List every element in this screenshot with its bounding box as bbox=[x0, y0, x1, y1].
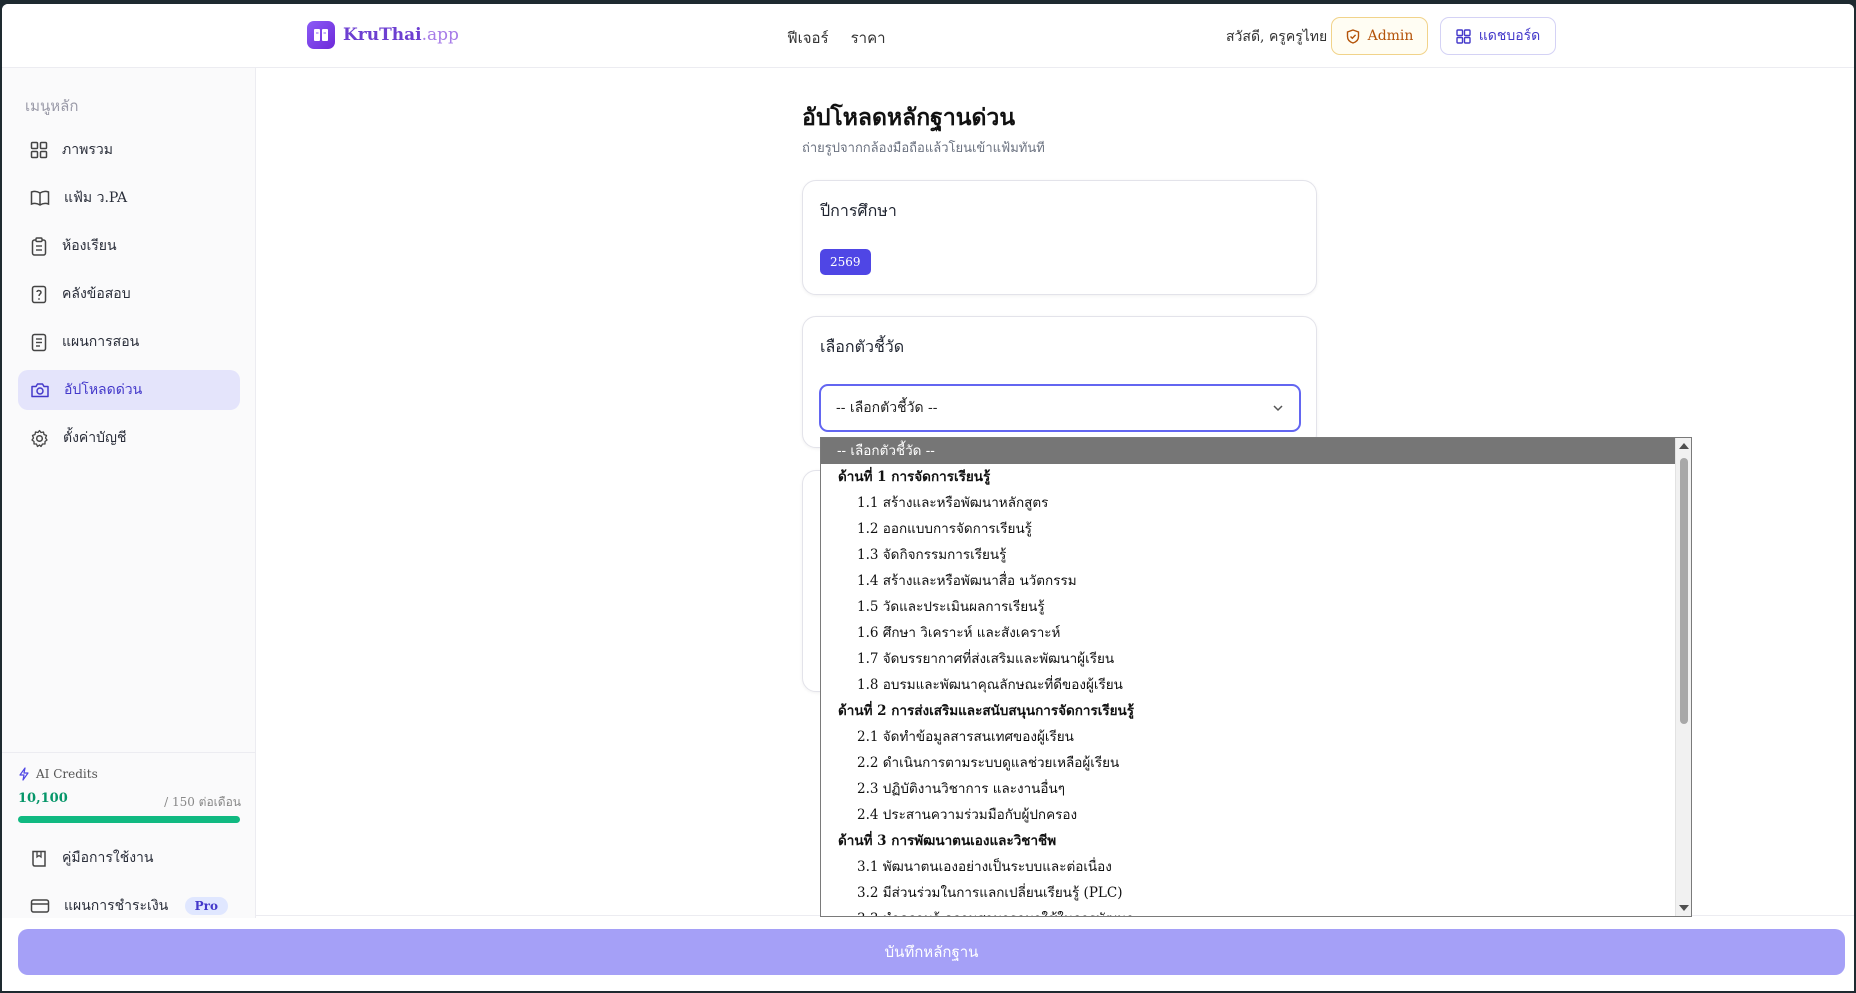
pro-badge: Pro bbox=[184, 897, 228, 915]
dashboard-button[interactable]: แดชบอร์ด bbox=[1440, 17, 1556, 55]
dropdown-option[interactable]: 1.1 สร้างและหรือพัฒนาหลักสูตร bbox=[821, 490, 1676, 516]
dropdown-option-placeholder[interactable]: -- เลือกตัวชี้วัด -- bbox=[821, 438, 1676, 464]
dropdown-option[interactable]: 2.2 ดำเนินการตามระบบดูแลช่วยเหลือผู้เรีย… bbox=[821, 750, 1676, 776]
dropdown-scrollbar[interactable] bbox=[1675, 438, 1691, 916]
document-icon bbox=[31, 333, 47, 351]
dropdown-option[interactable]: 3.3 นำความรู้ ความสามารถมาใช้ในการพัฒนา bbox=[821, 906, 1676, 916]
sidebar-item-label: แผนการสอน bbox=[62, 334, 140, 350]
indicator-card: เลือกตัวชี้วัด -- เลือกตัวชี้วัด -- bbox=[802, 316, 1317, 448]
sidebar-menu: ภาพรวม แฟ้ม ว.PA ห้องเรียน คลังข้อสอบ แผ… bbox=[18, 130, 240, 466]
ai-credits-progress-bar bbox=[18, 816, 240, 823]
camera-icon bbox=[31, 383, 49, 398]
dropdown-option[interactable]: 1.2 ออกแบบการจัดการเรียนรู้ bbox=[821, 516, 1676, 542]
top-nav: ฟีเจอร์ ราคา bbox=[787, 26, 886, 50]
dropdown-options: -- เลือกตัวชี้วัด -- ด้านที่ 1 การจัดการ… bbox=[821, 438, 1676, 916]
sidebar-item-label: คู่มือการใช้งาน bbox=[62, 850, 154, 866]
indicator-select-value: -- เลือกตัวชี้วัด -- bbox=[836, 400, 938, 416]
dropdown-optgroup: ด้านที่ 2 การส่งเสริมและสนับสนุนการจัดกา… bbox=[838, 703, 1135, 719]
save-evidence-button[interactable]: บันทึกหลักฐาน bbox=[18, 929, 1845, 975]
dropdown-option[interactable]: 2.1 จัดทำข้อมูลสารสนเทศของผู้เรียน bbox=[821, 724, 1676, 750]
manual-icon bbox=[32, 850, 46, 867]
ai-credits-value: 10,100 bbox=[18, 791, 68, 806]
grid-icon bbox=[30, 141, 48, 159]
question-file-icon bbox=[31, 285, 47, 303]
scroll-down-arrow-icon[interactable] bbox=[1679, 905, 1689, 911]
sidebar-bottom-menu: คู่มือการใช้งาน แผนการชำระเงิน Pro bbox=[18, 838, 240, 934]
academic-year-label: ปีการศึกษา bbox=[820, 201, 897, 220]
sidebar-item-label: คลังข้อสอบ bbox=[62, 286, 131, 302]
clipboard-icon bbox=[31, 236, 47, 256]
brand-logo-link[interactable]: KruThai.app bbox=[307, 21, 459, 49]
sidebar-item-pa-folder[interactable]: แฟ้ม ว.PA bbox=[18, 178, 240, 218]
ai-credits-progress-fill bbox=[18, 816, 240, 823]
ai-credits-label: AI Credits bbox=[18, 767, 98, 781]
dropdown-optgroup: ด้านที่ 3 การพัฒนาตนเองและวิชาชีพ bbox=[838, 833, 1057, 849]
dropdown-option[interactable]: 1.6 ศึกษา วิเคราะห์ และสังเคราะห์ bbox=[821, 620, 1676, 646]
admin-button[interactable]: Admin bbox=[1331, 17, 1428, 55]
dropdown-option[interactable]: 1.7 จัดบรรยากาศที่ส่งเสริมและพัฒนาผู้เรี… bbox=[821, 646, 1676, 672]
sidebar-item-user-manual[interactable]: คู่มือการใช้งาน bbox=[18, 838, 240, 878]
dashboard-grid-icon bbox=[1456, 28, 1471, 44]
top-navbar: KruThai.app ฟีเจอร์ ราคา สวัสดี, ครูครูไ… bbox=[2, 4, 1854, 68]
admin-button-label: Admin bbox=[1367, 28, 1414, 44]
gear-icon bbox=[31, 429, 48, 447]
dropdown-option[interactable]: 1.8 อบรมและพัฒนาคุณลักษณะที่ดีของผู้เรีย… bbox=[821, 672, 1676, 698]
sidebar-item-label: แผนการชำระเงิน bbox=[64, 898, 169, 914]
book-open-icon bbox=[30, 190, 50, 206]
sidebar-item-classroom[interactable]: ห้องเรียน bbox=[18, 226, 240, 266]
ai-credits-limit: / 150 ต่อเดือน bbox=[164, 795, 241, 809]
book-logo-icon bbox=[307, 21, 335, 49]
academic-year-card: ปีการศึกษา 2569 bbox=[802, 180, 1317, 295]
dashboard-button-label: แดชบอร์ด bbox=[1478, 28, 1541, 44]
sidebar-item-overview[interactable]: ภาพรวม bbox=[18, 130, 240, 170]
page-subtitle: ถ่ายรูปจากกล้องมือถือแล้วโยนเข้าแฟ้มทันท… bbox=[802, 141, 1045, 156]
brand-name: KruThai.app bbox=[343, 25, 459, 45]
dropdown-option[interactable]: 1.4 สร้างและหรือพัฒนาสื่อ นวัตกรรม bbox=[821, 568, 1676, 594]
sidebar-item-account-settings[interactable]: ตั้งค่าบัญชี bbox=[18, 418, 240, 458]
shield-check-icon bbox=[1346, 28, 1359, 44]
scroll-up-arrow-icon[interactable] bbox=[1679, 443, 1689, 449]
dropdown-option[interactable]: 2.3 ปฏิบัติงานวิชาการ และงานอื่นๆ bbox=[821, 776, 1676, 802]
sidebar-item-label: แฟ้ม ว.PA bbox=[64, 190, 128, 206]
nav-pricing-link[interactable]: ราคา bbox=[851, 26, 886, 50]
sidebar-item-label: อัปโหลดด่วน bbox=[64, 382, 143, 398]
page-title: อัปโหลดหลักฐานด่วน bbox=[802, 104, 1016, 131]
sidebar-item-billing-plan[interactable]: แผนการชำระเงิน Pro bbox=[18, 886, 240, 926]
user-greeting: สวัสดี, ครูครูไทย bbox=[1226, 29, 1328, 45]
sidebar-item-label: ตั้งค่าบัญชี bbox=[63, 430, 127, 446]
ai-credits-label-text: AI Credits bbox=[36, 767, 98, 781]
save-evidence-button-label: บันทึกหลักฐาน bbox=[884, 943, 979, 961]
dropdown-option[interactable]: 1.3 จัดกิจกรรมการเรียนรู้ bbox=[821, 542, 1676, 568]
sidebar-item-exam-bank[interactable]: คลังข้อสอบ bbox=[18, 274, 240, 314]
dropdown-option[interactable]: 3.2 มีส่วนร่วมในการแลกเปลี่ยนเรียนรู้ (P… bbox=[821, 880, 1676, 906]
sidebar-item-label: ภาพรวม bbox=[62, 142, 113, 158]
sidebar-item-lesson-plan[interactable]: แผนการสอน bbox=[18, 322, 240, 362]
indicator-dropdown-list[interactable]: -- เลือกตัวชี้วัด -- ด้านที่ 1 การจัดการ… bbox=[820, 437, 1692, 917]
ai-credits-panel: AI Credits 10,100 / 150 ต่อเดือน bbox=[2, 752, 256, 823]
dropdown-option[interactable]: 1.5 วัดและประเมินผลการเรียนรู้ bbox=[821, 594, 1676, 620]
sidebar-item-label: ห้องเรียน bbox=[62, 238, 117, 254]
year-chip-selected[interactable]: 2569 bbox=[820, 249, 871, 275]
nav-features-link[interactable]: ฟีเจอร์ bbox=[787, 26, 829, 50]
sidebar: เมนูหลัก ภาพรวม แฟ้ม ว.PA ห้องเรียน คลัง… bbox=[2, 68, 256, 918]
dropdown-optgroup: ด้านที่ 1 การจัดการเรียนรู้ bbox=[838, 469, 991, 485]
chevron-down-icon bbox=[1273, 405, 1283, 412]
indicator-select[interactable]: -- เลือกตัวชี้วัด -- bbox=[819, 384, 1301, 432]
scrollbar-thumb[interactable] bbox=[1680, 458, 1688, 724]
app-window: KruThai.app ฟีเจอร์ ราคา สวัสดี, ครูครูไ… bbox=[2, 4, 1854, 991]
sidebar-item-quick-upload[interactable]: อัปโหลดด่วน bbox=[18, 370, 240, 410]
dropdown-option[interactable]: 3.1 พัฒนาตนเองอย่างเป็นระบบและต่อเนื่อง bbox=[821, 854, 1676, 880]
dropdown-option[interactable]: 2.4 ประสานความร่วมมือกับผู้ปกครอง bbox=[821, 802, 1676, 828]
indicator-label: เลือกตัวชี้วัด bbox=[820, 337, 905, 356]
sidebar-title: เมนูหลัก bbox=[25, 97, 79, 115]
lightning-icon bbox=[19, 767, 29, 781]
credit-card-icon bbox=[30, 899, 50, 913]
